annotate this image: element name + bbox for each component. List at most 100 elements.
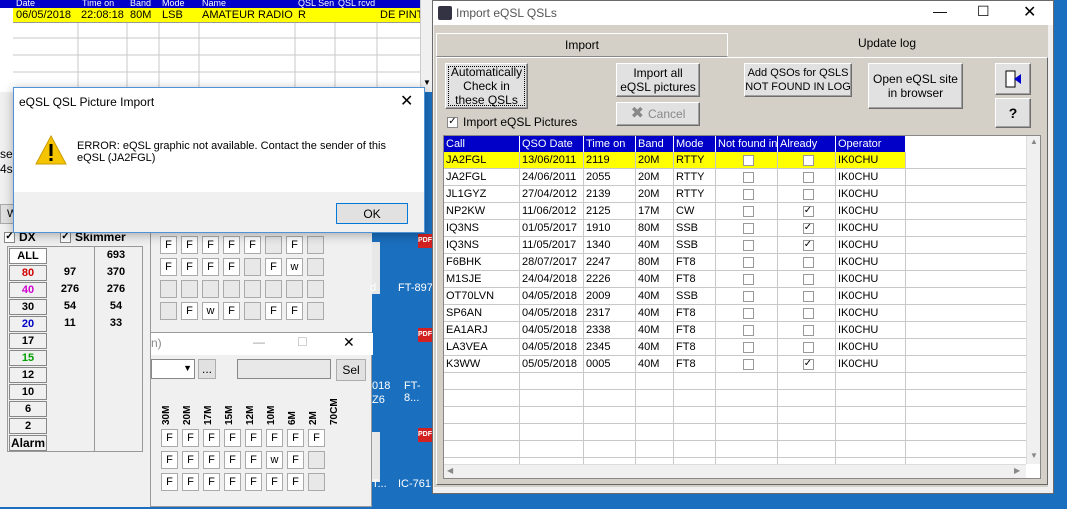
- band-grid-cell[interactable]: F: [182, 429, 199, 447]
- scroll-left-arrow-icon[interactable]: ◀: [447, 466, 453, 475]
- checkbox-box[interactable]: [742, 290, 754, 302]
- chevron-down-icon[interactable]: ▼: [183, 363, 192, 373]
- band-grid-cell[interactable]: [202, 280, 219, 298]
- exit-icon-button[interactable]: [995, 63, 1031, 95]
- dx-checkbox[interactable]: ✓: [4, 231, 15, 243]
- not-found-checkbox[interactable]: [716, 254, 778, 270]
- not-found-checkbox[interactable]: [716, 237, 778, 253]
- checkbox-box[interactable]: [802, 256, 814, 268]
- ok-button[interactable]: OK: [336, 203, 408, 224]
- minimize-icon[interactable]: —: [253, 335, 265, 349]
- band-grid-cell[interactable]: F: [161, 473, 178, 491]
- desktop-icon-label-1[interactable]: FT-897: [398, 282, 433, 294]
- band-grid-cell[interactable]: F: [202, 258, 219, 276]
- band-grid-cell[interactable]: F: [160, 236, 177, 254]
- band-grid-cell[interactable]: F: [244, 236, 261, 254]
- band-grid-cell[interactable]: [181, 280, 198, 298]
- already-checkbox[interactable]: [778, 305, 836, 321]
- column-header-al[interactable]: Already: [778, 136, 836, 152]
- scroll-up-arrow-icon[interactable]: ▲: [1030, 137, 1038, 146]
- not-found-checkbox[interactable]: [716, 169, 778, 185]
- text-field[interactable]: [237, 359, 331, 379]
- checkbox-box[interactable]: [742, 256, 754, 268]
- band-grid-cell[interactable]: [223, 280, 240, 298]
- band-grid-cell[interactable]: F: [266, 473, 283, 491]
- checkbox-box[interactable]: ✓: [802, 222, 814, 234]
- checkbox-box[interactable]: [802, 290, 814, 302]
- band-button-40[interactable]: 40: [9, 282, 47, 298]
- auto-check-in-button[interactable]: Automatically Check in these QSLs: [445, 63, 528, 109]
- checkbox-box[interactable]: [742, 171, 754, 183]
- not-found-checkbox[interactable]: [716, 356, 778, 372]
- already-checkbox[interactable]: [778, 152, 836, 168]
- band-grid-cell[interactable]: F: [223, 302, 240, 320]
- side-button[interactable]: W: [0, 204, 17, 224]
- checkbox-box[interactable]: [742, 273, 754, 285]
- band-grid-cell[interactable]: [307, 236, 324, 254]
- already-checkbox[interactable]: [778, 254, 836, 270]
- band-grid-cell[interactable]: w: [286, 258, 303, 276]
- checkbox-box[interactable]: ✓: [802, 358, 814, 370]
- already-checkbox[interactable]: [778, 288, 836, 304]
- band-grid-cell[interactable]: [307, 280, 324, 298]
- combo-box[interactable]: ▼: [151, 359, 195, 379]
- band-grid-cell[interactable]: F: [245, 429, 262, 447]
- column-header-call[interactable]: Call: [444, 136, 520, 152]
- scroll-right-arrow-icon[interactable]: ▶: [1014, 466, 1020, 475]
- desktop-icon-label-3[interactable]: IC-761: [398, 478, 431, 490]
- band-grid-cell[interactable]: F: [265, 302, 282, 320]
- checkbox-box[interactable]: [802, 273, 814, 285]
- cancel-button[interactable]: ✖ Cancel: [616, 102, 700, 126]
- band-grid-cell[interactable]: [308, 473, 325, 491]
- checkbox-box[interactable]: [742, 358, 754, 370]
- not-found-checkbox[interactable]: [716, 322, 778, 338]
- tab-import[interactable]: Import: [436, 33, 728, 57]
- band-grid-cell[interactable]: w: [266, 451, 283, 469]
- already-checkbox[interactable]: [778, 169, 836, 185]
- not-found-checkbox[interactable]: [716, 203, 778, 219]
- band-grid-cell[interactable]: F: [266, 429, 283, 447]
- band-grid-cell[interactable]: F: [202, 236, 219, 254]
- column-header-time[interactable]: Time on: [584, 136, 636, 152]
- already-checkbox[interactable]: ✓: [778, 220, 836, 236]
- maximize-icon[interactable]: ☐: [297, 335, 308, 349]
- band-grid-cell[interactable]: [286, 280, 303, 298]
- not-found-checkbox[interactable]: [716, 271, 778, 287]
- band-grid-cell[interactable]: F: [223, 236, 240, 254]
- band-grid-cell[interactable]: [244, 302, 261, 320]
- band-grid-cell[interactable]: F: [182, 451, 199, 469]
- close-icon[interactable]: ✕: [400, 91, 413, 111]
- band-grid-cell[interactable]: F: [203, 451, 220, 469]
- already-checkbox[interactable]: ✓: [778, 356, 836, 372]
- sel-button[interactable]: Sel: [336, 359, 366, 381]
- maximize-icon[interactable]: ☐: [977, 3, 990, 20]
- band-grid-cell[interactable]: [265, 280, 282, 298]
- tab-update-log[interactable]: Update log: [728, 29, 1046, 57]
- checkbox-box[interactable]: ✓: [802, 205, 814, 217]
- checkbox-box[interactable]: [742, 307, 754, 319]
- already-checkbox[interactable]: [778, 322, 836, 338]
- band-grid-cell[interactable]: [307, 258, 324, 276]
- band-grid-cell[interactable]: [244, 280, 261, 298]
- already-checkbox[interactable]: ✓: [778, 237, 836, 253]
- band-button-15[interactable]: 15: [9, 350, 47, 366]
- not-found-checkbox[interactable]: [716, 339, 778, 355]
- band-grid-cell[interactable]: F: [223, 258, 240, 276]
- band-grid-cell[interactable]: [265, 236, 282, 254]
- column-header-op[interactable]: Operator: [836, 136, 906, 152]
- checkbox-box[interactable]: [802, 307, 814, 319]
- checkbox-box[interactable]: ✓: [802, 239, 814, 251]
- checkbox-box[interactable]: [742, 239, 754, 251]
- checkbox-box[interactable]: [802, 154, 814, 166]
- add-qsos-button[interactable]: Add QSOs for QSLS NOT FOUND IN LOG: [744, 63, 852, 97]
- checkbox-box[interactable]: [742, 324, 754, 336]
- band-grid-cell[interactable]: w: [202, 302, 219, 320]
- band-grid-cell[interactable]: F: [160, 258, 177, 276]
- band-grid-cell[interactable]: [308, 451, 325, 469]
- band-button-6[interactable]: 6: [9, 401, 47, 417]
- band-grid-cell[interactable]: F: [245, 451, 262, 469]
- column-header-band[interactable]: Band: [636, 136, 674, 152]
- band-button-10[interactable]: 10: [9, 384, 47, 400]
- band-grid-cell[interactable]: F: [181, 258, 198, 276]
- band-grid-cell[interactable]: F: [287, 429, 304, 447]
